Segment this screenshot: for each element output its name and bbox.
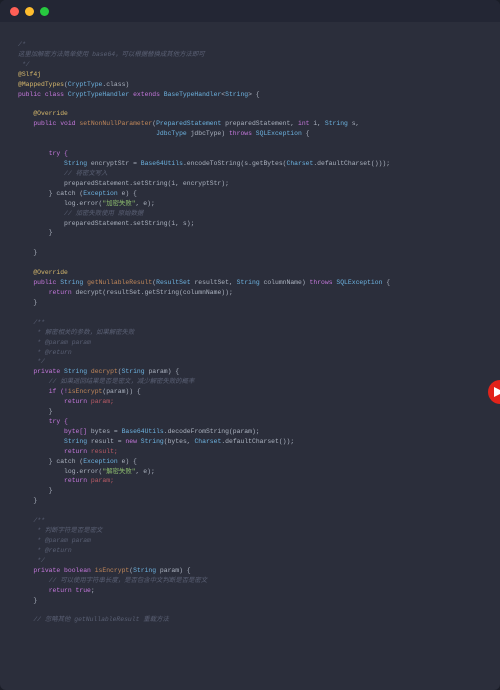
comment: /* — [18, 41, 26, 48]
comment: */ — [18, 61, 30, 68]
annotation: @Override — [33, 269, 68, 276]
comment: // 忽略其他 getNullableResult 重载方法 — [33, 616, 169, 623]
javadoc: /** — [33, 517, 45, 524]
method-sig: private — [33, 368, 64, 375]
zoom-icon[interactable] — [40, 7, 49, 16]
annotation: @Override — [33, 110, 68, 117]
class-decl: public class — [18, 91, 68, 98]
minimize-icon[interactable] — [25, 7, 34, 16]
annotation: @MappedTypes — [18, 81, 64, 88]
annotation: @Slf4j — [18, 71, 41, 78]
method-sig: public — [33, 279, 60, 286]
titlebar — [0, 0, 500, 22]
comment: 这里加解密方法简单使用 base64，可以根据替换成其他方法即可 — [18, 51, 205, 58]
javadoc: /** — [33, 319, 45, 326]
method-sig: private boolean — [33, 567, 94, 574]
comment: // 将密文写入 — [64, 170, 107, 177]
comment: // 加密失败使用 原始数据 — [64, 210, 143, 217]
comment: // 可以使用字符串长度，是否包含中文判断是否是密文 — [49, 577, 208, 584]
editor-window: /* 这里加解密方法简单使用 base64，可以根据替换成其他方法即可 */ @… — [0, 0, 500, 690]
close-icon[interactable] — [10, 7, 19, 16]
code-area[interactable]: /* 这里加解密方法简单使用 base64，可以根据替换成其他方法即可 */ @… — [0, 22, 500, 643]
comment: // 如果返回结果是否是密文，减少解密失败的概率 — [49, 378, 195, 385]
method-sig: public void — [33, 120, 79, 127]
